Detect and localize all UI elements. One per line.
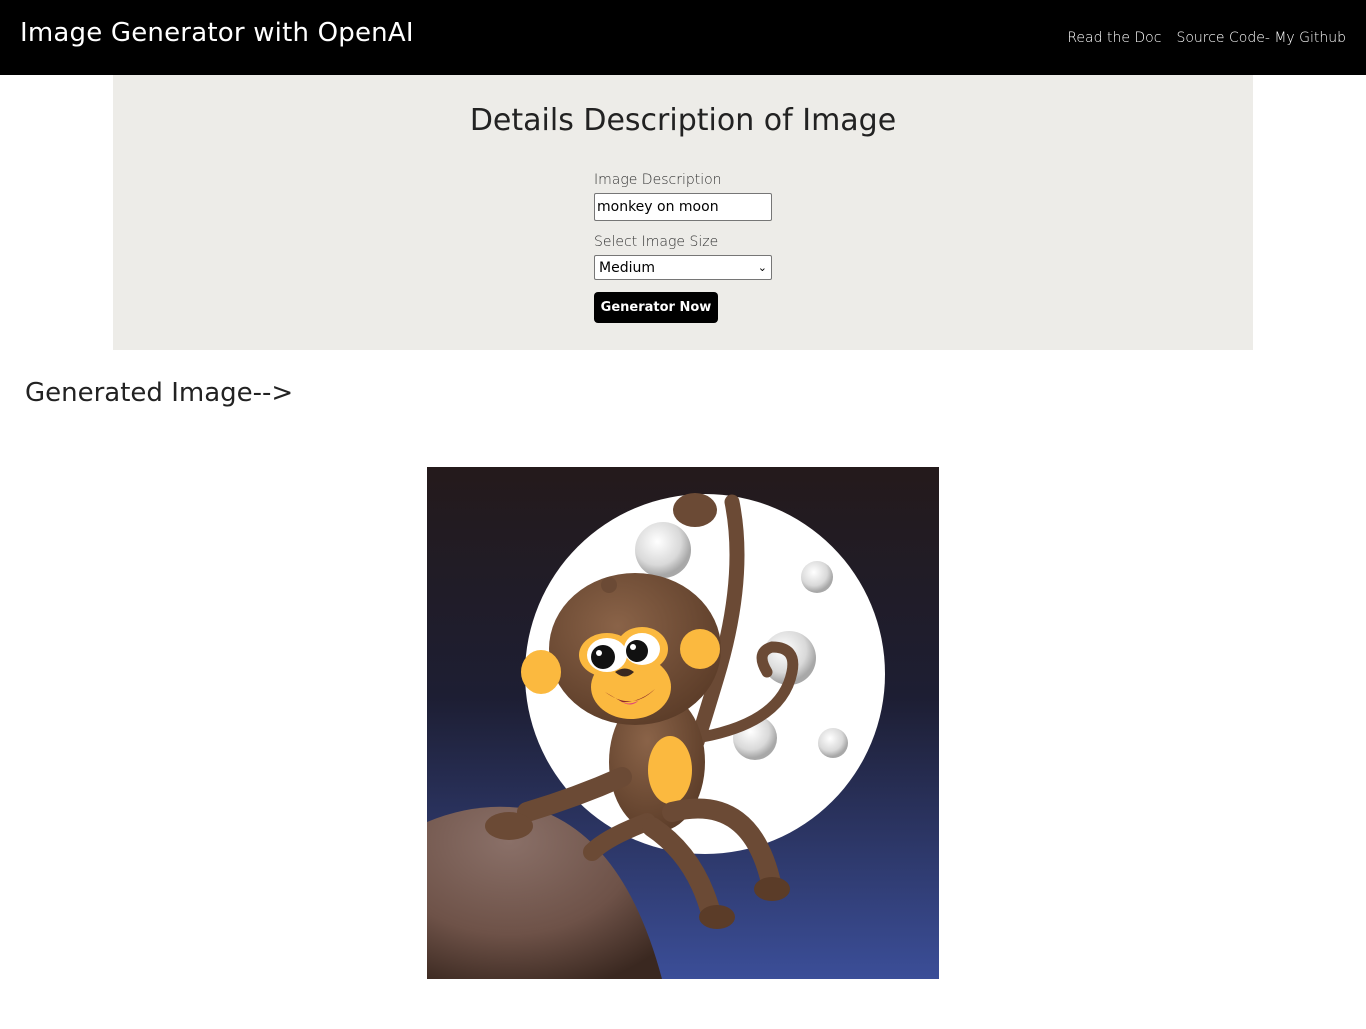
nav-link-source-code[interactable]: Source Code- My Github: [1176, 30, 1346, 46]
generated-image: [427, 467, 939, 979]
image-description-label: Image Description: [594, 172, 722, 188]
image-size-select[interactable]: Medium ⌄: [594, 255, 772, 280]
generated-image-heading: Generated Image-->: [25, 378, 294, 408]
navbar: Image Generator with OpenAI Read the Doc…: [0, 0, 1366, 75]
nav-links: Read the Doc Source Code- My Github: [1067, 30, 1346, 46]
form-title: Details Description of Image: [469, 103, 897, 138]
generate-button[interactable]: Generator Now: [594, 292, 718, 323]
image-size-selected: Medium: [599, 259, 655, 276]
image-size-label: Select Image Size: [594, 234, 719, 250]
brand-title[interactable]: Image Generator with OpenAI: [20, 18, 414, 48]
nav-link-read-doc[interactable]: Read the Doc: [1067, 30, 1161, 46]
form-panel: Details Description of Image Image Descr…: [113, 75, 1253, 350]
chevron-down-icon: ⌄: [757, 261, 767, 274]
image-description-input[interactable]: [594, 193, 772, 221]
